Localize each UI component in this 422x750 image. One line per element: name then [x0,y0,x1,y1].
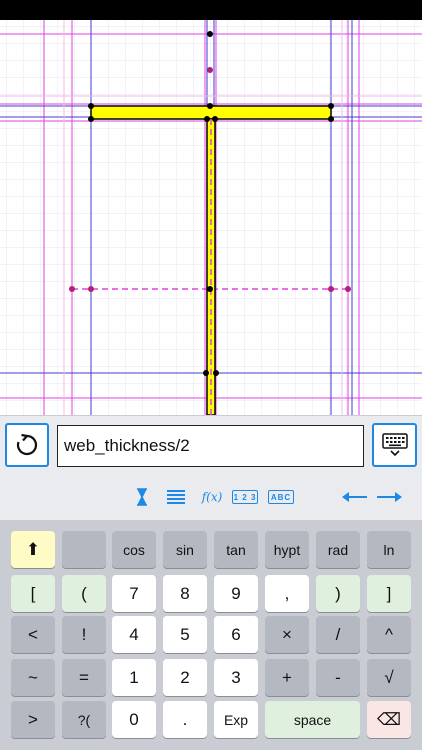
key-close-paren[interactable]: ) [316,575,360,612]
key-cos[interactable]: cos [112,531,156,568]
key-greater-than[interactable]: > [11,701,55,738]
key-tilde[interactable]: ~ [11,659,55,696]
key-blank[interactable] [62,531,106,568]
key-7[interactable]: 7 [112,575,156,612]
key-plus[interactable]: + [265,659,309,696]
key-sqrt[interactable]: √ [367,659,411,696]
key-divide[interactable]: / [316,616,360,653]
key-6[interactable]: 6 [214,616,258,653]
function-mode-button[interactable]: f(x) [199,487,225,507]
input-bar [0,415,422,475]
key-8[interactable]: 8 [163,575,207,612]
undo-icon [16,433,38,456]
key-comma[interactable]: , [265,575,309,612]
key-hypt[interactable]: hypt [265,531,309,568]
numeric-mode-button[interactable]: 1 2 3 [232,490,258,504]
status-bar [0,0,422,20]
drawing-canvas[interactable] [0,20,422,415]
key-equals[interactable]: = [62,659,106,696]
key-exp[interactable]: Exp [214,701,258,738]
key-shift[interactable]: ⬆ [11,531,55,568]
keyboard-hide-icon [381,433,408,457]
undo-button[interactable] [5,423,49,467]
right-arrow-icon[interactable] [376,487,402,507]
key-factorial[interactable]: ! [62,616,106,653]
key-0[interactable]: 0 [112,701,156,738]
key-1[interactable]: 1 [112,659,156,696]
hourglass-icon[interactable] [135,487,149,507]
hide-keyboard-button[interactable] [372,423,417,467]
key-tan[interactable]: tan [214,531,258,568]
left-arrow-icon[interactable] [342,487,368,507]
key-multiply[interactable]: × [265,616,309,653]
key-sin[interactable]: sin [163,531,207,568]
key-close-bracket[interactable]: ] [367,575,411,612]
key-3[interactable]: 3 [214,659,258,696]
keyboard-mode-bar: f(x) 1 2 3 ABC [0,475,422,520]
math-keyboard: ⬆ cos sin tan hypt rad ln [ ( 7 8 9 , ) … [0,520,422,750]
expression-input[interactable] [57,425,364,467]
key-2[interactable]: 2 [163,659,207,696]
key-5[interactable]: 5 [163,616,207,653]
key-4[interactable]: 4 [112,616,156,653]
key-open-bracket[interactable]: [ [11,575,55,612]
key-space[interactable]: space [265,701,360,738]
key-conditional[interactable]: ?( [62,701,106,738]
alpha-mode-button[interactable]: ABC [268,490,294,504]
list-icon[interactable] [167,487,185,507]
key-power[interactable]: ^ [367,616,411,653]
key-less-than[interactable]: < [11,616,55,653]
key-backspace[interactable]: ⌫ [367,701,411,738]
key-open-paren[interactable]: ( [62,575,106,612]
key-decimal[interactable]: . [163,701,207,738]
key-rad[interactable]: rad [316,531,360,568]
key-minus[interactable]: - [316,659,360,696]
key-9[interactable]: 9 [214,575,258,612]
tee-section-drawing [0,20,422,415]
key-ln[interactable]: ln [367,531,411,568]
